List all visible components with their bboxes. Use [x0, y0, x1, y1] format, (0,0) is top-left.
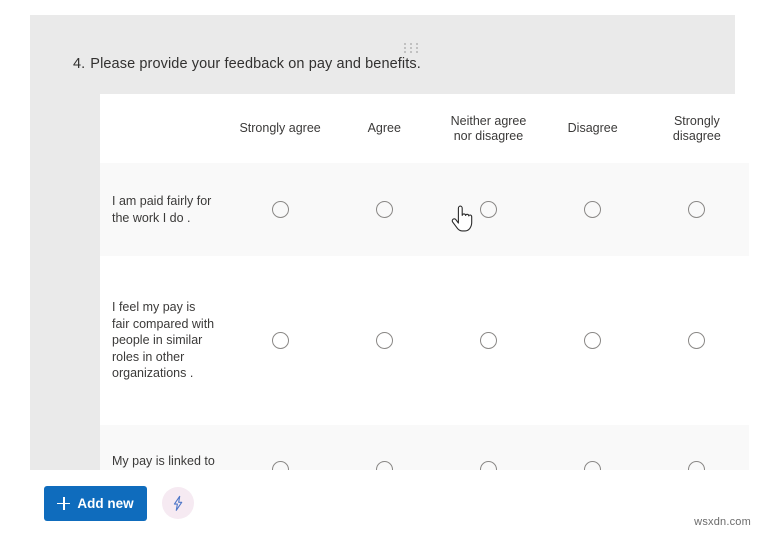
- question-panel: 4. Please provide your feedback on pay an…: [30, 15, 735, 470]
- column-header-neither: Neither agree nor disagree: [436, 94, 540, 163]
- page-title: 4. Please provide your feedback on pay an…: [73, 56, 421, 72]
- radio-cell-r1-c1[interactable]: [228, 163, 332, 256]
- watermark: wsxdn.com: [694, 516, 751, 528]
- lightning-bolt-icon: [170, 495, 187, 512]
- radio-button[interactable]: [376, 201, 393, 218]
- radio-cell-r2-c5[interactable]: [645, 256, 749, 425]
- row-label-2: I feel my pay is fair compared with peop…: [100, 256, 228, 425]
- radio-button[interactable]: [584, 332, 601, 349]
- radio-button[interactable]: [272, 332, 289, 349]
- radio-cell-r1-c4[interactable]: [541, 163, 645, 256]
- ideas-button[interactable]: [162, 487, 194, 519]
- radio-cell-r2-c3[interactable]: [436, 256, 540, 425]
- plus-icon: [57, 497, 70, 510]
- radio-button[interactable]: [480, 201, 497, 218]
- grid-dots-icon[interactable]: [403, 42, 419, 54]
- question-text: Please provide your feedback on pay and …: [90, 56, 421, 72]
- add-new-label: Add new: [77, 496, 133, 511]
- radio-button[interactable]: [688, 201, 705, 218]
- column-header-agree: Agree: [332, 94, 436, 163]
- radio-button[interactable]: [480, 332, 497, 349]
- likert-matrix-card: Strongly agree Agree Neither agree nor d…: [100, 94, 749, 466]
- likert-matrix-table: Strongly agree Agree Neither agree nor d…: [100, 94, 749, 514]
- column-header-strongly-disagree: Strongly disagree: [645, 94, 749, 163]
- radio-cell-r1-c5[interactable]: [645, 163, 749, 256]
- radio-button[interactable]: [376, 332, 393, 349]
- radio-cell-r2-c1[interactable]: [228, 256, 332, 425]
- column-header-strongly-agree: Strongly agree: [228, 94, 332, 163]
- radio-cell-r1-c3[interactable]: [436, 163, 540, 256]
- table-row: I am paid fairly for the work I do .: [100, 163, 749, 256]
- radio-button[interactable]: [688, 332, 705, 349]
- radio-button[interactable]: [584, 201, 601, 218]
- add-new-button[interactable]: Add new: [44, 486, 147, 521]
- table-header-row: Strongly agree Agree Neither agree nor d…: [100, 94, 749, 163]
- column-header-blank: [100, 94, 228, 163]
- row-label-1: I am paid fairly for the work I do .: [100, 163, 228, 256]
- radio-cell-r1-c2[interactable]: [332, 163, 436, 256]
- radio-cell-r2-c4[interactable]: [541, 256, 645, 425]
- radio-cell-r2-c2[interactable]: [332, 256, 436, 425]
- column-header-disagree: Disagree: [541, 94, 645, 163]
- table-row: I feel my pay is fair compared with peop…: [100, 256, 749, 425]
- radio-button[interactable]: [272, 201, 289, 218]
- question-number: 4.: [73, 56, 85, 72]
